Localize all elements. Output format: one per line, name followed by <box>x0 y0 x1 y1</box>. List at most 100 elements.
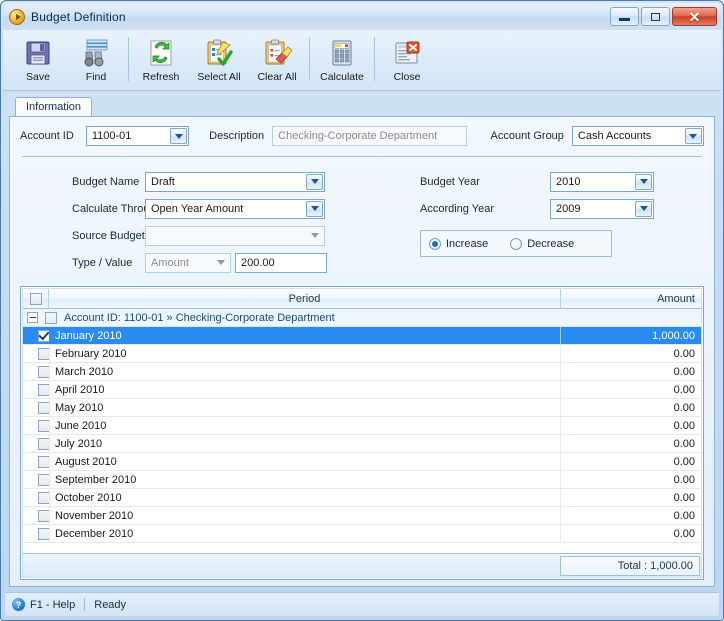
grid-header-period[interactable]: Period <box>49 289 561 308</box>
row-checkbox-cell[interactable] <box>23 419 50 432</box>
checkbox-icon[interactable] <box>29 292 42 305</box>
row-amount-cell[interactable]: 0.00 <box>561 345 701 362</box>
row-amount-cell[interactable]: 0.00 <box>561 507 701 524</box>
field-row-source-budget: Source Budget <box>20 222 398 249</box>
clipboard-check-icon <box>204 37 234 69</box>
table-row[interactable]: September 2010 0.00 <box>23 471 701 489</box>
play-circle-icon <box>9 8 25 25</box>
chevron-down-icon[interactable] <box>306 200 323 217</box>
row-amount-cell[interactable]: 0.00 <box>561 525 701 542</box>
tab-information[interactable]: Information <box>15 97 93 117</box>
row-amount-cell[interactable]: 0.00 <box>561 435 701 452</box>
table-row[interactable]: December 2010 0.00 <box>23 525 701 543</box>
table-row[interactable]: July 2010 0.00 <box>23 435 701 453</box>
radio-decrease-label: Decrease <box>527 237 575 250</box>
according-year-value: 2009 <box>556 202 581 215</box>
table-row[interactable]: January 2010 1,000.00 <box>23 327 701 345</box>
table-row[interactable]: March 2010 0.00 <box>23 363 701 381</box>
status-state-text: Ready <box>94 598 127 611</box>
table-row[interactable]: August 2010 0.00 <box>23 453 701 471</box>
statusbar: ? F1 - Help Ready <box>5 592 719 616</box>
row-amount-cell[interactable]: 0.00 <box>561 363 701 380</box>
toolbar-button-clear-all[interactable]: Clear All <box>248 35 306 87</box>
account-id-combo[interactable]: 1100-01 <box>85 126 190 146</box>
grid-header: Period Amount <box>23 289 701 309</box>
row-checkbox-cell[interactable] <box>23 509 50 522</box>
row-period-cell: August 2010 <box>49 453 561 470</box>
table-row[interactable]: October 2010 0.00 <box>23 489 701 507</box>
toolbar-button-close[interactable]: Close <box>378 35 436 87</box>
chevron-down-icon[interactable] <box>212 255 229 271</box>
type-combo[interactable]: Amount <box>145 252 231 273</box>
table-row[interactable]: April 2010 0.00 <box>23 381 701 399</box>
help-icon[interactable]: ? <box>12 598 25 611</box>
row-checkbox-cell[interactable] <box>23 329 50 342</box>
period-grid: Period Amount Account ID: 1100-01 » Chec… <box>20 286 704 580</box>
grid-group-row[interactable]: Account ID: 1100-01 » Checking-Corporate… <box>23 309 701 327</box>
chevron-down-icon[interactable] <box>170 128 188 144</box>
close-button[interactable]: ✕ <box>672 7 717 26</box>
minimize-icon <box>619 18 630 21</box>
according-year-combo[interactable]: 2009 <box>550 198 654 219</box>
table-row[interactable]: November 2010 0.00 <box>23 507 701 525</box>
radio-unselected-icon <box>510 237 523 250</box>
row-checkbox-cell[interactable] <box>23 473 50 486</box>
row-amount-cell[interactable]: 0.00 <box>561 381 701 398</box>
value-input[interactable]: 200.00 <box>235 252 327 273</box>
row-amount-cell[interactable]: 0.00 <box>561 471 701 488</box>
row-amount-cell[interactable]: 1,000.00 <box>561 327 701 344</box>
titlebar: Budget Definition ✕ <box>3 3 721 30</box>
radio-increase[interactable]: Increase <box>429 237 488 250</box>
toolbar-button-calculate[interactable]: Calculate <box>313 35 371 87</box>
grid-header-amount[interactable]: Amount <box>561 289 701 308</box>
maximize-button[interactable] <box>641 7 670 26</box>
row-period-cell: March 2010 <box>49 363 561 380</box>
tab-panel-information: Account ID 1100-01 Description Checking-… <box>9 116 715 587</box>
grid-header-select-all[interactable] <box>23 289 49 308</box>
row-checkbox-cell[interactable] <box>23 455 50 468</box>
radio-selected-icon <box>429 237 441 250</box>
chevron-down-icon[interactable] <box>635 200 652 217</box>
row-checkbox-cell[interactable] <box>23 365 50 378</box>
document-close-icon <box>392 37 422 69</box>
row-amount-cell[interactable]: 0.00 <box>561 453 701 470</box>
table-row[interactable]: June 2010 0.00 <box>23 417 701 435</box>
according-year-label: According Year <box>420 202 494 215</box>
minimize-button[interactable] <box>610 7 639 26</box>
radio-decrease[interactable]: Decrease <box>510 237 575 250</box>
budget-year-combo[interactable]: 2010 <box>550 171 654 192</box>
chevron-down-icon[interactable] <box>684 128 702 144</box>
row-amount-cell[interactable]: 0.00 <box>561 417 701 434</box>
source-budget-combo[interactable] <box>145 225 325 246</box>
calculate-through-combo[interactable]: Open Year Amount <box>145 198 325 219</box>
row-period-cell: February 2010 <box>49 345 561 362</box>
budget-name-combo[interactable]: Draft <box>145 171 325 192</box>
row-checkbox-cell[interactable] <box>23 527 50 540</box>
chevron-down-icon[interactable] <box>306 173 323 190</box>
chevron-down-icon[interactable] <box>306 228 323 244</box>
form-section: Budget Name Draft Calculate Through Open… <box>20 157 704 276</box>
account-group-combo[interactable]: Cash Accounts <box>571 126 704 146</box>
toolbar-button-select-all[interactable]: Select All <box>190 35 248 87</box>
row-amount-cell[interactable]: 0.00 <box>561 489 701 506</box>
table-row[interactable]: February 2010 0.00 <box>23 345 701 363</box>
row-period-cell: November 2010 <box>49 507 561 524</box>
toolbar-button-save[interactable]: Save <box>9 35 67 87</box>
table-row[interactable]: May 2010 0.00 <box>23 399 701 417</box>
status-help-text[interactable]: F1 - Help <box>30 599 75 611</box>
type-value-label: Type / Value <box>72 256 133 269</box>
row-amount-cell[interactable]: 0.00 <box>561 399 701 416</box>
checkbox-icon[interactable] <box>45 311 57 324</box>
row-checkbox-cell[interactable] <box>23 383 50 396</box>
row-checkbox-cell[interactable] <box>23 347 50 360</box>
chevron-down-icon[interactable] <box>635 173 652 190</box>
collapse-icon[interactable] <box>27 312 38 323</box>
grid-rows: January 2010 1,000.00 February 2010 0.00 Mar… <box>23 327 701 543</box>
row-checkbox-cell[interactable] <box>23 491 50 504</box>
toolbar-button-find[interactable]: Find <box>67 35 125 87</box>
toolbar-button-refresh[interactable]: Refresh <box>132 35 190 87</box>
toolbar-separator <box>128 37 129 81</box>
row-checkbox-cell[interactable] <box>23 401 50 414</box>
row-checkbox-cell[interactable] <box>23 437 50 450</box>
toolbar-label: Find <box>85 71 107 83</box>
